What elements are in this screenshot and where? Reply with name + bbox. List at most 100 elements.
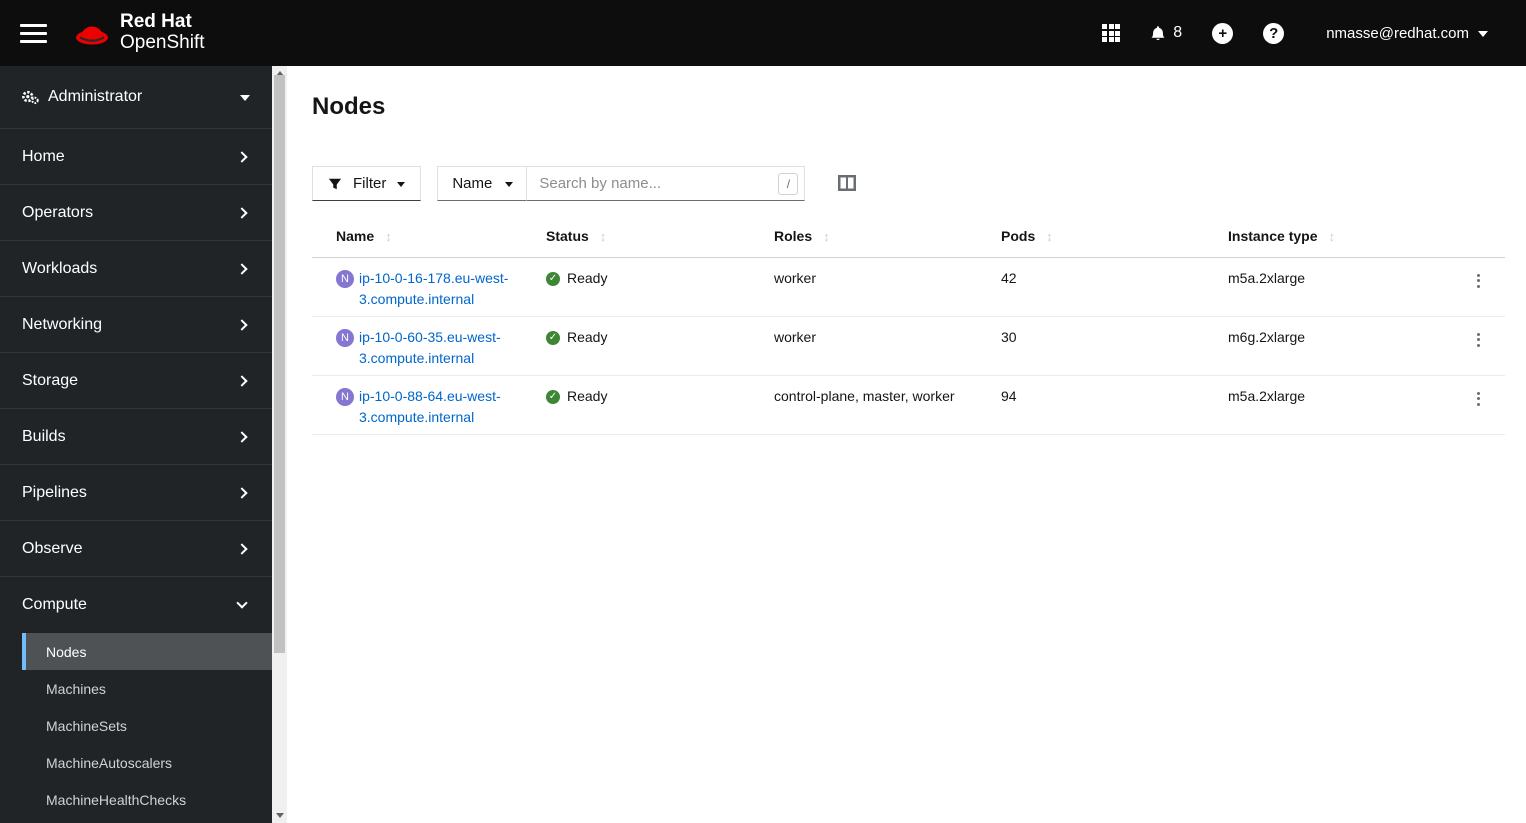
scrollbar-thumb[interactable] bbox=[274, 75, 285, 653]
sort-icon[interactable]: ↕ bbox=[385, 229, 392, 244]
user-caret-down-icon bbox=[1478, 31, 1488, 37]
filter-label: Filter bbox=[353, 175, 387, 192]
sidebar-item-compute[interactable]: Compute bbox=[0, 577, 272, 633]
table-row: N ip-10-0-16-178.eu-west-3.compute.inter… bbox=[312, 257, 1505, 317]
compute-subnav: Nodes Machines MachineSets MachineAutosc… bbox=[0, 633, 272, 818]
username: nmasse@redhat.com bbox=[1326, 24, 1469, 42]
instance-type-cell: m5a.2xlarge bbox=[1228, 375, 1471, 435]
column-management-button[interactable] bbox=[838, 175, 857, 191]
node-link[interactable]: ip-10-0-16-178.eu-west-3.compute.interna… bbox=[359, 268, 527, 310]
bell-icon bbox=[1151, 25, 1165, 40]
column-header-instance-type[interactable]: Instance type ↕ bbox=[1228, 215, 1471, 258]
row-kebab-button[interactable] bbox=[1471, 268, 1486, 293]
user-menu[interactable]: nmasse@redhat.com bbox=[1326, 25, 1488, 42]
column-header-roles[interactable]: Roles ↕ bbox=[774, 215, 1001, 258]
status-ok-icon: ✓ bbox=[546, 271, 560, 286]
column-header-status[interactable]: Status ↕ bbox=[546, 215, 774, 258]
chevron-right-icon bbox=[236, 318, 248, 331]
columns-icon bbox=[838, 175, 857, 191]
notification-count-badge: 8 bbox=[1173, 24, 1183, 41]
sidebar-subitem-nodes[interactable]: Nodes bbox=[22, 633, 272, 670]
cogs-icon bbox=[22, 90, 39, 105]
sidebar-item-builds[interactable]: Builds bbox=[0, 409, 272, 465]
sidebar-subitem-machineautoscalers[interactable]: MachineAutoscalers bbox=[22, 744, 272, 781]
chevron-right-icon bbox=[236, 430, 248, 443]
sidebar-subitem-label: MachineHealthChecks bbox=[46, 791, 187, 808]
sort-icon[interactable]: ↕ bbox=[823, 229, 830, 244]
sidebar-item-label: Networking bbox=[22, 315, 103, 333]
pods-cell: 42 bbox=[1001, 257, 1228, 317]
perspective-label: Administrator bbox=[48, 88, 143, 105]
help-button[interactable]: ? bbox=[1263, 22, 1285, 44]
name-filter-caret-down-icon bbox=[505, 182, 514, 187]
sidebar-nav: Home Operators Workloads Networking Stor… bbox=[0, 129, 272, 818]
apps-launcher-button[interactable] bbox=[1102, 24, 1121, 42]
sidebar-item-label: Workloads bbox=[22, 259, 98, 277]
row-kebab-button[interactable] bbox=[1471, 327, 1486, 352]
node-link[interactable]: ip-10-0-88-64.eu-west-3.compute.internal bbox=[359, 386, 527, 428]
sidebar-item-label: Operators bbox=[22, 203, 94, 221]
node-link[interactable]: ip-10-0-60-35.eu-west-3.compute.internal bbox=[359, 327, 527, 369]
filter-dropdown[interactable]: Filter bbox=[312, 166, 422, 201]
sidebar-item-label: Storage bbox=[22, 371, 79, 389]
chevron-right-icon bbox=[236, 374, 248, 387]
name-filter-label: Name bbox=[452, 175, 493, 192]
sidebar-item-networking[interactable]: Networking bbox=[0, 297, 272, 353]
slash-shortcut-badge: / bbox=[778, 173, 799, 195]
perspective-switcher[interactable]: Administrator bbox=[0, 66, 272, 129]
sidebar-subitem-machinehealthchecks[interactable]: MachineHealthChecks bbox=[22, 781, 272, 818]
sidebar-item-observe[interactable]: Observe bbox=[0, 521, 272, 577]
chevron-right-icon bbox=[236, 262, 248, 275]
column-header-pods[interactable]: Pods ↕ bbox=[1001, 215, 1228, 258]
sidebar-item-label: Observe bbox=[22, 539, 83, 557]
masthead: Red Hat OpenShift 8 + ? nmasse@redhat.co… bbox=[0, 0, 1526, 66]
scroll-down-arrow[interactable] bbox=[272, 809, 287, 822]
sort-icon[interactable]: ↕ bbox=[1046, 229, 1053, 244]
node-resource-badge: N bbox=[336, 388, 354, 406]
question-circle-icon: ? bbox=[1263, 22, 1285, 44]
sidebar-item-pipelines[interactable]: Pipelines bbox=[0, 465, 272, 521]
roles-cell: worker bbox=[774, 257, 1001, 317]
column-header-name[interactable]: Name ↕ bbox=[312, 215, 546, 258]
brand-line2: OpenShift bbox=[120, 32, 205, 53]
sidebar-subitem-machines[interactable]: Machines bbox=[22, 670, 272, 707]
status-text: Ready bbox=[567, 270, 608, 286]
notifications-button[interactable]: 8 bbox=[1150, 24, 1182, 42]
sidebar-item-operators[interactable]: Operators bbox=[0, 185, 272, 241]
sidebar-item-label: Pipelines bbox=[22, 483, 87, 501]
row-kebab-button[interactable] bbox=[1471, 386, 1486, 411]
search-group: Name / bbox=[437, 166, 806, 201]
instance-type-cell: m6g.2xlarge bbox=[1228, 316, 1471, 376]
toolbar: Filter Name / bbox=[312, 166, 1505, 201]
sort-icon[interactable]: ↕ bbox=[1328, 229, 1335, 244]
table-header-row: Name ↕ Status ↕ Roles ↕ Pods ↕ Instance type… bbox=[312, 215, 1505, 258]
sort-icon[interactable]: ↕ bbox=[600, 229, 607, 244]
chevron-down-icon bbox=[236, 597, 248, 609]
pods-cell: 94 bbox=[1001, 375, 1228, 435]
sidebar-subitem-label: MachineAutoscalers bbox=[46, 754, 173, 771]
sidebar-subitem-machinesets[interactable]: MachineSets bbox=[22, 707, 272, 744]
perspective-caret-down-icon bbox=[240, 95, 250, 101]
brand-name: Red Hat OpenShift bbox=[120, 11, 205, 54]
plus-circle-icon: + bbox=[1212, 22, 1234, 44]
sidebar-scrollbar[interactable] bbox=[272, 66, 287, 823]
sidebar-subitem-label: Machines bbox=[46, 680, 106, 697]
name-filter-dropdown[interactable]: Name bbox=[437, 166, 528, 201]
redhat-fedora-icon bbox=[76, 26, 108, 44]
main-content: Nodes Filter Name / bbox=[287, 66, 1526, 823]
chevron-right-icon bbox=[236, 206, 248, 219]
nav-toggle-button[interactable] bbox=[20, 20, 47, 47]
sidebar-item-label: Home bbox=[22, 147, 65, 165]
sidebar: Administrator Home Operators Workloads N… bbox=[0, 66, 272, 823]
pods-cell: 30 bbox=[1001, 316, 1228, 376]
node-resource-badge: N bbox=[336, 329, 354, 347]
page-title: Nodes bbox=[312, 93, 386, 120]
sidebar-item-storage[interactable]: Storage bbox=[0, 353, 272, 409]
brand-logo: Red Hat OpenShift bbox=[73, 11, 205, 54]
sidebar-item-workloads[interactable]: Workloads bbox=[0, 241, 272, 297]
status-ok-icon: ✓ bbox=[546, 330, 560, 345]
sidebar-item-home[interactable]: Home bbox=[0, 129, 272, 185]
search-input[interactable] bbox=[527, 167, 805, 200]
add-button[interactable]: + bbox=[1212, 22, 1234, 44]
status-text: Ready bbox=[567, 329, 608, 345]
